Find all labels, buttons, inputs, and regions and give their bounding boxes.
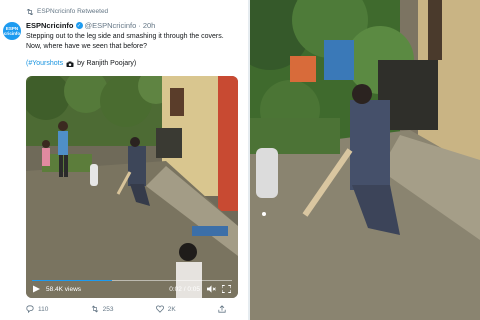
author-name[interactable]: ESPNcricinfo [26, 21, 74, 30]
volume-muted-icon[interactable] [207, 285, 216, 293]
view-count: 58.4K views [46, 286, 82, 293]
zoomed-video-still [250, 0, 480, 320]
retweet-button[interactable]: 253 [91, 305, 114, 313]
tweet-timestamp[interactable]: 20h [143, 21, 156, 30]
share-button[interactable] [218, 305, 226, 313]
like-button[interactable]: 2K [155, 305, 176, 313]
video-player[interactable]: 58.4K views 0:02 / 0:05 [26, 76, 238, 298]
camera-icon [66, 61, 74, 67]
reply-icon [26, 305, 34, 313]
photo-credit: (#Yourshots by Ranjith Poojary) [26, 60, 136, 67]
separator: · [138, 21, 141, 30]
video-frame-image [26, 76, 238, 298]
like-count: 2K [167, 305, 176, 313]
retweet-icon [91, 305, 98, 313]
reply-button[interactable]: 110 [26, 305, 48, 313]
reply-count: 110 [38, 305, 49, 313]
retweet-context: ESPNcricinfo Retweeted [26, 8, 108, 15]
retweet-icon [26, 8, 34, 15]
avatar[interactable]: ESPN cricinfo [3, 22, 21, 40]
fullscreen-icon[interactable] [222, 285, 231, 293]
author-handle[interactable]: @ESPNcricinfo [85, 21, 137, 30]
verified-badge-icon: ✓ [75, 22, 83, 29]
photographer-credit: by Ranjith Poojary) [77, 60, 137, 67]
tweet-text: Stepping out to the leg side and smashin… [26, 33, 224, 50]
zoomed-frame-image [250, 0, 480, 320]
share-icon [218, 305, 226, 313]
hashtag-link[interactable]: (#Yourshots [26, 60, 63, 67]
heart-icon [155, 305, 164, 313]
tweet-actions: 110 253 2K [26, 305, 226, 313]
retweeted-label: ESPNcricinfo Retweeted [37, 8, 109, 15]
avatar-logo-text: ESPN cricinfo [3, 26, 21, 36]
retweet-count: 253 [102, 305, 114, 313]
video-timer: 0:02 / 0:05 [169, 286, 200, 293]
video-controls: 58.4K views 0:02 / 0:05 [26, 280, 238, 298]
tweet-card[interactable]: ESPNcricinfo Retweeted ESPN cricinfo ESP… [0, 0, 248, 320]
play-icon[interactable] [33, 285, 40, 293]
tweet-header: ESPNcricinfo ✓ @ESPNcricinfo · 20h [26, 21, 155, 30]
